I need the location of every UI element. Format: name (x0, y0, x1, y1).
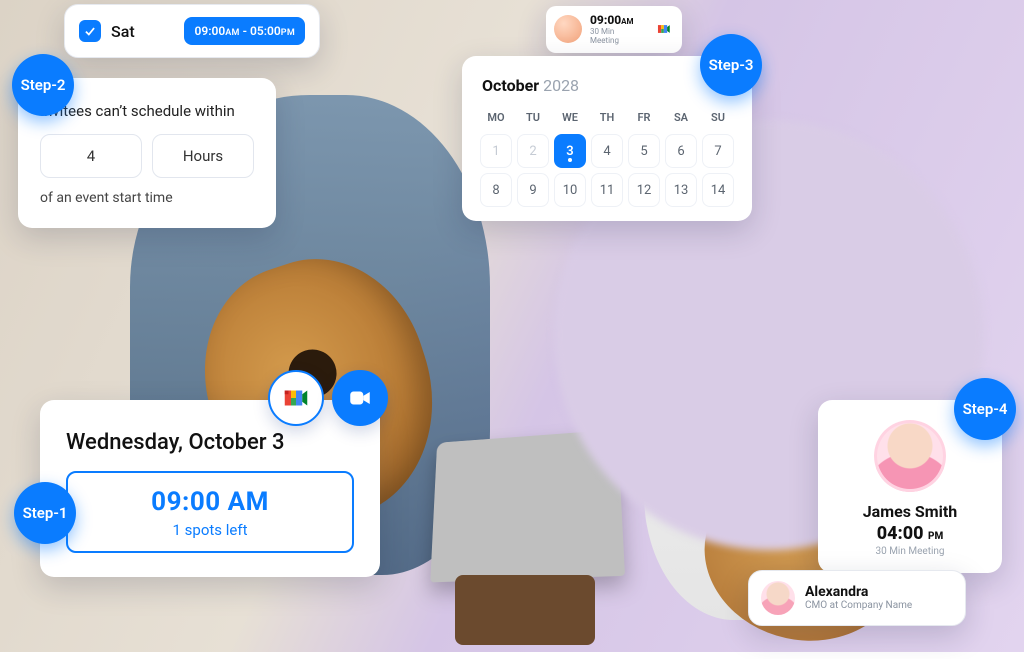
video-camera-icon (347, 385, 373, 411)
step-2-badge: Step-2 (12, 54, 74, 116)
day-checkbox[interactable] (79, 20, 101, 42)
attendee-avatar (874, 420, 946, 492)
day-label: Sat (111, 22, 135, 41)
calendar-day[interactable]: 1 (480, 134, 512, 168)
calendar-dow-row: MOTUWETHFRSASU (480, 107, 734, 130)
slot-spots-left: 1 spots left (78, 521, 342, 539)
range-separator: - (240, 24, 250, 38)
google-meet-icon (656, 21, 672, 37)
google-meet-button[interactable] (268, 370, 324, 426)
contact-role: CMO at Company Name (805, 600, 912, 611)
attendee-time-suffix: PM (928, 531, 943, 542)
event-date: Wednesday, October 3 (66, 430, 354, 455)
attendee-name: James Smith (832, 502, 988, 521)
calendar-dow: SU (702, 107, 734, 130)
calendar-day[interactable]: 13 (665, 173, 697, 207)
calendar-day[interactable]: 14 (702, 173, 734, 207)
mini-subtitle: 30 Min Meeting (590, 27, 644, 45)
buffer-title: Invitees can’t schedule within (40, 102, 254, 120)
calendar-day[interactable]: 8 (480, 173, 512, 207)
calendar-day[interactable]: 10 (554, 173, 586, 207)
calendar-day[interactable]: 4 (591, 134, 623, 168)
calendar-grid: 1234567891011121314 (480, 134, 734, 207)
calendar-year: 2028 (543, 76, 579, 95)
contact-name: Alexandra (805, 585, 912, 600)
calendar-title: October 2028 (482, 76, 732, 95)
calendar-dow: MO (480, 107, 512, 130)
buffer-unit-select[interactable]: Hours (152, 134, 254, 178)
calendar-day[interactable]: 3 (554, 134, 586, 168)
calendar-day[interactable]: 2 (517, 134, 549, 168)
calendar-dow: TH (591, 107, 623, 130)
buffer-footer: of an event start time (40, 190, 254, 206)
event-slot-card: Wednesday, October 3 09:00 AM 1 spots le… (40, 400, 380, 577)
calendar-month: October (482, 76, 539, 95)
buffer-value-input[interactable]: 4 (40, 134, 142, 178)
calendar-day[interactable]: 5 (628, 134, 660, 168)
end-time: 05:00 (250, 24, 281, 38)
video-call-button[interactable] (332, 370, 388, 426)
calendar-dow: TU (517, 107, 549, 130)
contact-chip[interactable]: Alexandra CMO at Company Name (748, 570, 966, 626)
step-4-badge: Step-4 (954, 378, 1016, 440)
availability-time-range[interactable]: 09:00AM - 05:00PM (184, 17, 305, 45)
attendee-meeting-type: 30 Min Meeting (832, 546, 988, 557)
stool (455, 575, 595, 645)
start-time: 09:00 (194, 24, 225, 38)
calendar-day[interactable]: 11 (591, 173, 623, 207)
mini-time: 09:00 (590, 13, 621, 27)
slot-time: 09:00 AM (78, 487, 342, 517)
availability-day-card: Sat 09:00AM - 05:00PM (64, 4, 320, 58)
google-meet-icon (281, 383, 311, 413)
attendee-time: 04:00 (877, 523, 924, 544)
calendar-dow: WE (554, 107, 586, 130)
check-icon (83, 24, 97, 38)
contact-avatar (761, 581, 795, 615)
calendar-dow: FR (628, 107, 660, 130)
time-slot[interactable]: 09:00 AM 1 spots left (66, 471, 354, 553)
step-1-badge: Step-1 (14, 482, 76, 544)
calendar-day[interactable]: 9 (517, 173, 549, 207)
calendar-day[interactable]: 6 (665, 134, 697, 168)
mini-suffix: AM (621, 17, 633, 26)
end-suffix: PM (281, 28, 295, 38)
calendar-day[interactable]: 12 (628, 173, 660, 207)
mini-meeting-card[interactable]: 09:00AM 30 Min Meeting (546, 6, 682, 53)
laptop (430, 430, 625, 583)
mini-avatar (554, 15, 582, 43)
calendar-day[interactable]: 7 (702, 134, 734, 168)
calendar-dow: SA (665, 107, 697, 130)
start-suffix: AM (225, 28, 239, 38)
step-3-badge: Step-3 (700, 34, 762, 96)
